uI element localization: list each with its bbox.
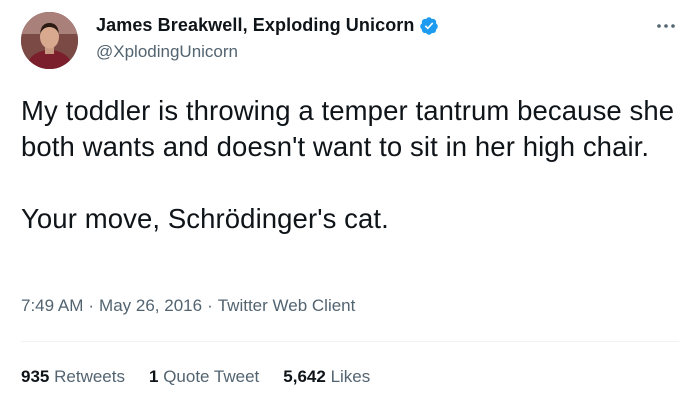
retweets-count: 935 (21, 367, 50, 386)
author-name-row: James Breakwell, Exploding Unicorn (96, 15, 439, 36)
tweet-paragraph-1: My toddler is throwing a temper tantrum … (21, 95, 682, 162)
likes-label: Likes (330, 367, 371, 386)
quotes-stat[interactable]: 1 Quote Tweet (149, 367, 259, 387)
tweet-date[interactable]: May 26, 2016 (99, 296, 202, 315)
retweets-label: Retweets (54, 367, 125, 386)
profile-photo-icon (21, 12, 78, 69)
divider (21, 341, 679, 342)
more-options-icon[interactable] (653, 16, 679, 36)
verified-badge-icon (419, 16, 439, 36)
author-display-name[interactable]: James Breakwell, Exploding Unicorn (96, 15, 415, 36)
tweet-meta: 7:49 AM · May 26, 2016 · Twitter Web Client (21, 296, 355, 316)
quotes-count: 1 (148, 367, 159, 386)
quotes-label: Quote Tweet (163, 367, 260, 386)
tweet-paragraph-2: Your move, Schrödinger's cat. (21, 203, 389, 234)
tweet-time[interactable]: 7:49 AM (21, 296, 83, 315)
engagement-stats: 935 Retweets 1 Quote Tweet 5,642 Likes (21, 367, 394, 387)
meta-separator: · (207, 296, 213, 315)
avatar[interactable] (21, 12, 78, 69)
retweets-stat[interactable]: 935 Retweets (21, 367, 125, 387)
meta-separator: · (88, 296, 95, 315)
likes-stat[interactable]: 5,642 Likes (283, 367, 370, 387)
likes-count: 5,642 (283, 367, 326, 386)
tweet-client[interactable]: Twitter Web Client (218, 296, 356, 315)
tweet-card: James Breakwell, Exploding Unicorn @Xplo… (0, 0, 700, 403)
author-handle[interactable]: @XplodingUnicorn (96, 42, 238, 62)
tweet-text: My toddler is throwing a temper tantrum … (21, 93, 686, 237)
